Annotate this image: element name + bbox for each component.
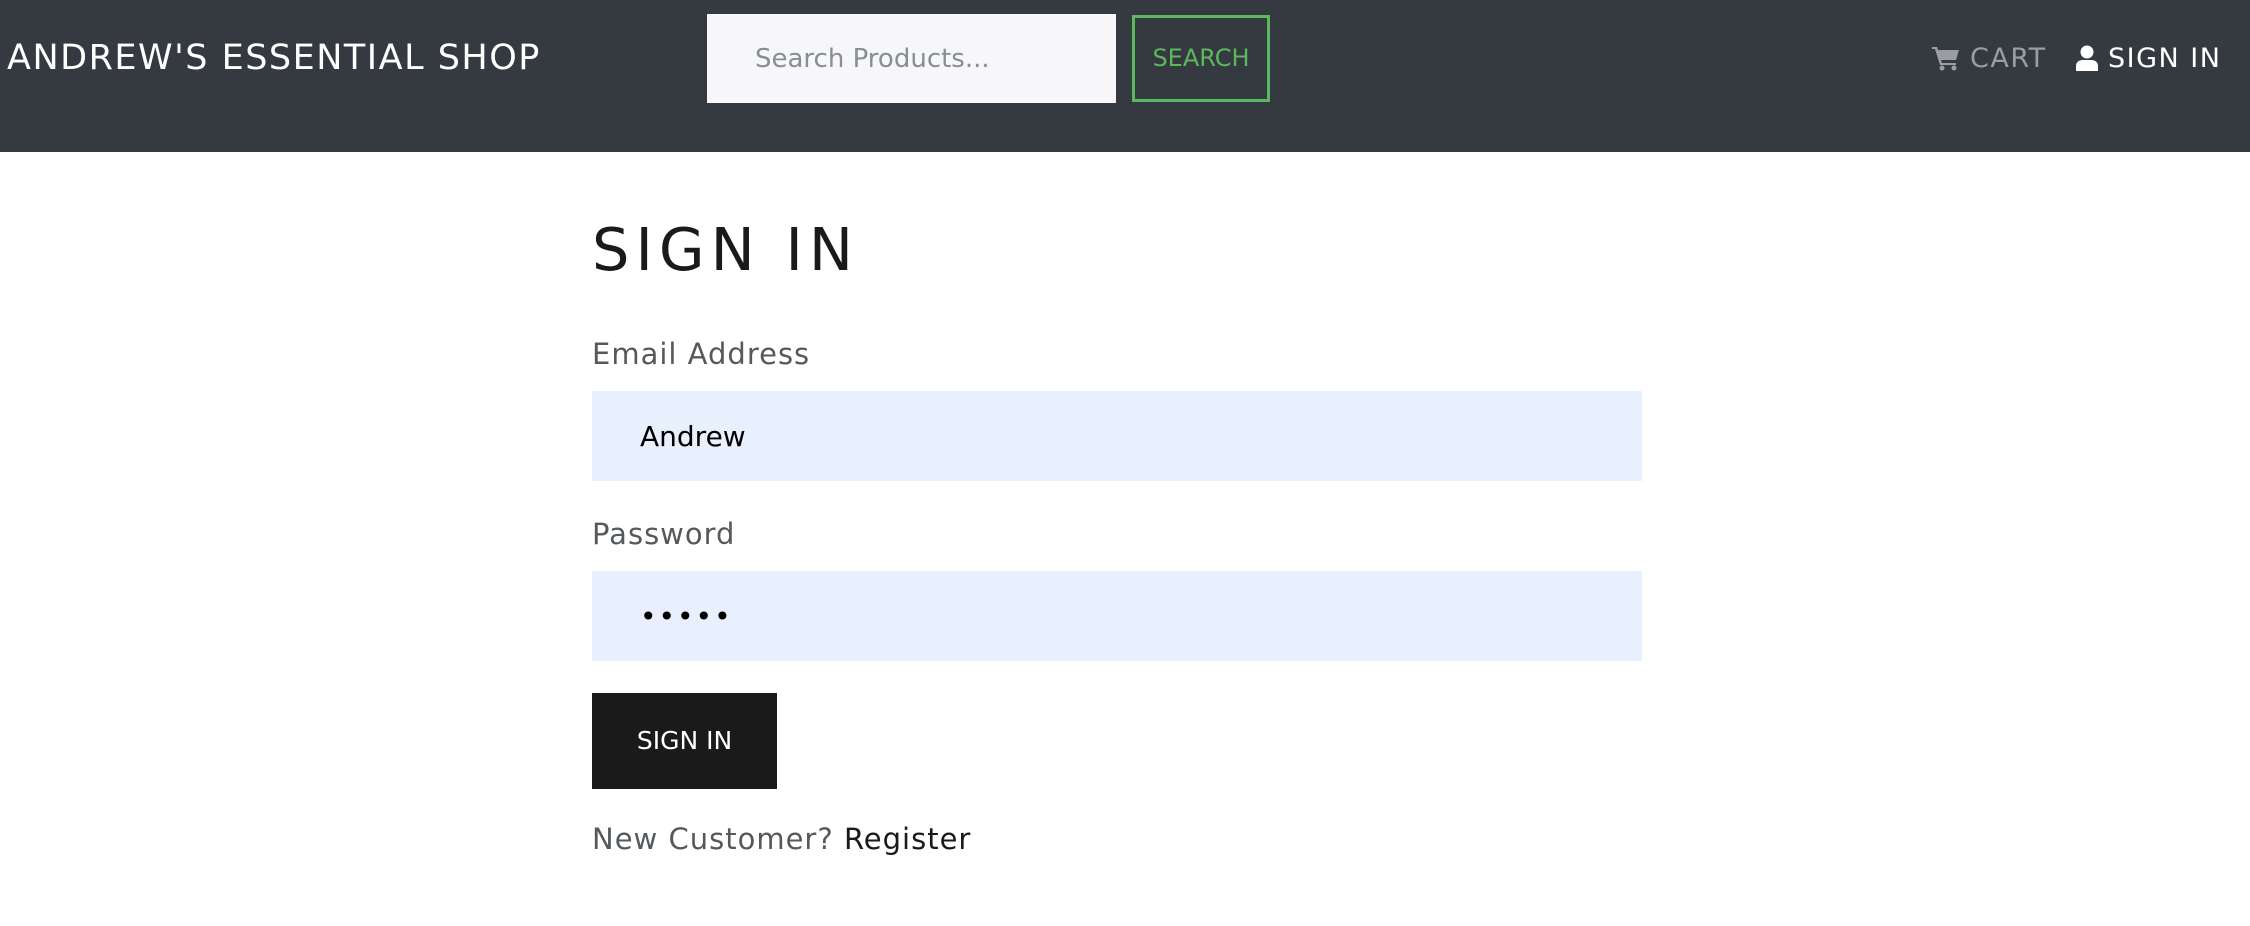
navbar: ANDREW'S ESSENTIAL SHOP SEARCH CART SIGN… — [0, 0, 2250, 152]
search-input[interactable] — [707, 14, 1116, 103]
register-prompt: New Customer? Register — [592, 819, 971, 859]
nav-signin-label: SIGN IN — [2108, 42, 2222, 74]
register-link[interactable]: Register — [844, 822, 971, 856]
signin-submit-button[interactable]: SIGN IN — [592, 693, 777, 789]
new-customer-text: New Customer? — [592, 822, 834, 856]
nav-cart-label: CART — [1970, 42, 2047, 74]
email-field[interactable] — [592, 391, 1642, 481]
brand-logo[interactable]: ANDREW'S ESSENTIAL SHOP — [7, 34, 541, 82]
search-button[interactable]: SEARCH — [1132, 15, 1270, 102]
cart-icon — [1932, 45, 1970, 71]
nav-signin-link[interactable]: SIGN IN — [2076, 38, 2221, 78]
user-icon — [2076, 45, 2108, 71]
nav-cart-link[interactable]: CART — [1932, 38, 2047, 78]
page-title: SIGN IN — [592, 215, 859, 284]
password-label: Password — [592, 517, 736, 551]
email-label: Email Address — [592, 337, 811, 371]
password-field[interactable] — [592, 571, 1642, 661]
